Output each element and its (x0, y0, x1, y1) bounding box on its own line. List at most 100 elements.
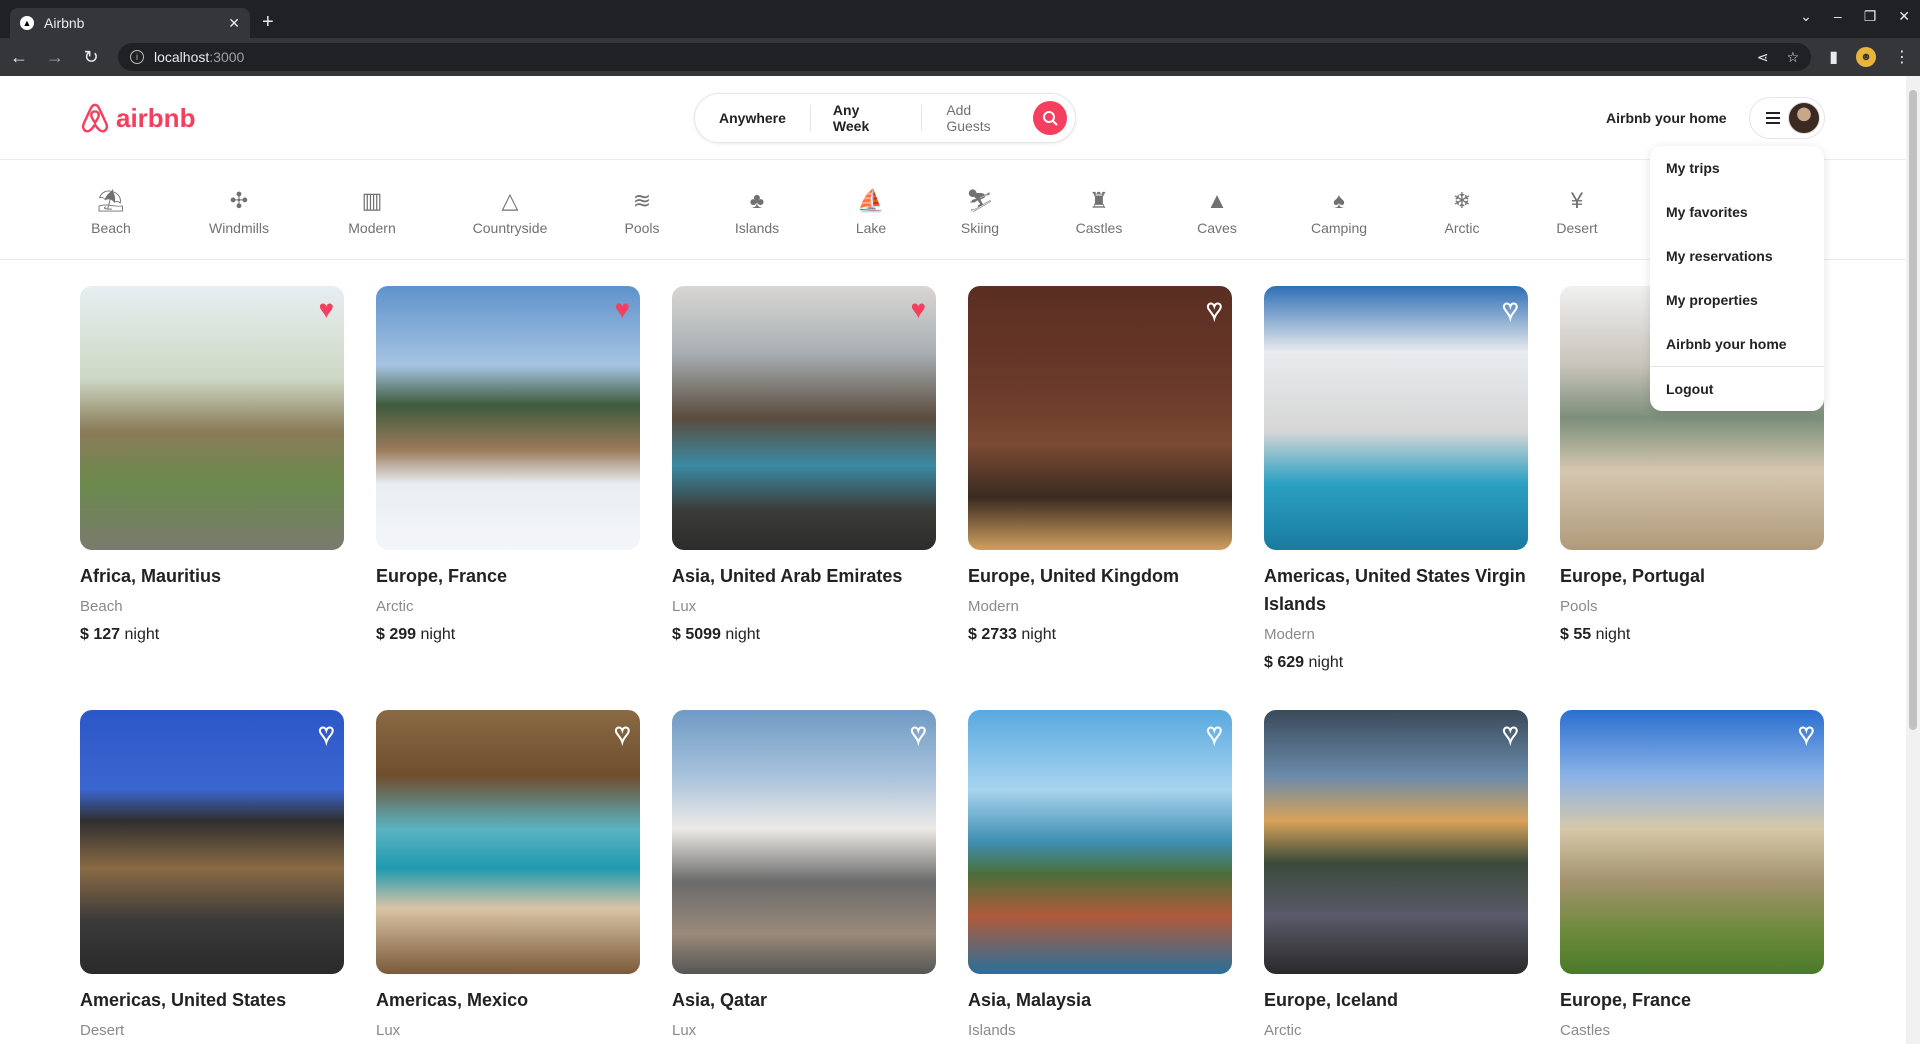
host-link[interactable]: Airbnb your home (1606, 110, 1727, 126)
listing-image[interactable]: ♥ (80, 710, 344, 974)
listing-price: $ 55 night (1560, 624, 1824, 646)
listing-price-unit: night (725, 626, 761, 643)
category-caves[interactable]: ▲ Caves (1197, 188, 1237, 236)
pool-icon: ≋ (632, 188, 652, 213)
menu-item-my-properties[interactable]: My properties (1650, 278, 1824, 322)
category-countryside[interactable]: △ Countryside (473, 188, 548, 236)
listing-image[interactable]: ♥ (1560, 710, 1824, 974)
category-desert[interactable]: ¥ Desert (1556, 188, 1597, 236)
category-camping[interactable]: ♠ Camping (1311, 188, 1367, 236)
airbnb-logo[interactable]: airbnb (80, 102, 195, 134)
side-panel-icon[interactable]: ▮ (1829, 47, 1838, 67)
favorite-heart-icon[interactable]: ♥ (614, 719, 631, 747)
hamburger-icon (1766, 112, 1780, 124)
category-label: Windmills (209, 220, 269, 236)
listing-category: Modern (1264, 626, 1315, 643)
favorite-heart-icon[interactable]: ♥ (911, 296, 926, 322)
listing-card[interactable]: ♥ Asia, Malaysia Islands (968, 710, 1232, 1042)
new-tab-icon[interactable]: + (262, 11, 274, 34)
address-bar[interactable]: i localhost:3000 ⋖ ☆ (118, 43, 1812, 71)
listing-image[interactable]: ♥ (1264, 286, 1528, 550)
forward-icon[interactable]: → (46, 47, 64, 68)
listing-card[interactable]: ♥ Americas, United States Virgin Islands M… (1264, 286, 1528, 674)
category-islands[interactable]: ♣ Islands (735, 188, 779, 236)
listing-category: Castles (1560, 1022, 1611, 1039)
search-icon (1043, 111, 1058, 126)
favorite-heart-icon[interactable]: ♥ (1502, 719, 1519, 747)
browser-menu-icon[interactable]: ⋮ (1894, 47, 1910, 67)
tab-search-icon[interactable]: ⌄ (1800, 8, 1812, 25)
user-menu-button[interactable] (1749, 97, 1825, 139)
listing-price-amount: $ 299 (376, 626, 417, 643)
favorite-heart-icon[interactable]: ♥ (1206, 295, 1223, 323)
listing-card[interactable]: ♥ Europe, France Arctic $ 299 night (376, 286, 640, 646)
search-bar[interactable]: Anywhere Any Week Add Guests (694, 93, 1076, 143)
tab-favicon-icon: ▲ (20, 16, 34, 30)
extension-icon[interactable]: ☻ (1856, 47, 1876, 67)
listing-category: Lux (672, 598, 697, 615)
beach-icon: ⛱ (97, 188, 125, 213)
category-castles[interactable]: ♜ Castles (1076, 188, 1123, 236)
listing-card[interactable]: ♥ Asia, United Arab Emirates Lux $ 5099 nig… (672, 286, 936, 646)
close-window-icon[interactable]: ✕ (1898, 8, 1910, 25)
listing-location: Asia, Malaysia (968, 990, 1092, 1010)
favorite-heart-icon[interactable]: ♥ (615, 296, 630, 322)
listing-image[interactable]: ♥ (376, 710, 640, 974)
restore-icon[interactable]: ❐ (1864, 8, 1877, 25)
menu-item-my-favorites[interactable]: My favorites (1650, 190, 1824, 234)
favorite-heart-icon[interactable]: ♥ (1798, 719, 1815, 747)
bookmark-star-icon[interactable]: ☆ (1787, 49, 1800, 66)
listing-location: Americas, Mexico (376, 990, 529, 1010)
favorite-heart-icon[interactable]: ♥ (318, 719, 335, 747)
category-lake[interactable]: ⛵ Lake (856, 188, 886, 236)
share-icon[interactable]: ⋖ (1757, 49, 1769, 66)
listing-image[interactable]: ♥ (80, 286, 344, 550)
category-windmills[interactable]: ✣ Windmills (209, 188, 269, 236)
listing-card[interactable]: ♥ Africa, Mauritius Beach $ 127 night (80, 286, 344, 646)
listing-card[interactable]: ♥ Europe, France Castles (1560, 710, 1824, 1042)
listing-card[interactable]: ♥ Asia, Qatar Lux (672, 710, 936, 1042)
camping-icon: ♠ (1333, 188, 1345, 213)
search-anywhere[interactable]: Anywhere (695, 105, 810, 131)
page-scrollbar[interactable] (1906, 76, 1920, 1044)
search-any-week[interactable]: Any Week (809, 102, 923, 134)
scrollbar-thumb[interactable] (1909, 90, 1917, 730)
category-beach[interactable]: ⛱ Beach (91, 188, 131, 236)
search-button[interactable] (1033, 101, 1068, 135)
listing-card[interactable]: ♥ Europe, Iceland Arctic (1264, 710, 1528, 1042)
search-add-guests[interactable]: Add Guests (922, 102, 1033, 134)
listing-card[interactable]: ♥ Americas, United States Desert (80, 710, 344, 1042)
browser-tab[interactable]: ▲ Airbnb ✕ (10, 8, 250, 38)
listing-price-amount: $ 5099 (672, 626, 721, 643)
reload-icon[interactable]: ↻ (82, 47, 100, 68)
listing-image[interactable]: ♥ (968, 286, 1232, 550)
category-modern[interactable]: ▥ Modern (348, 188, 395, 236)
favorite-heart-icon[interactable]: ♥ (910, 719, 927, 747)
category-label: Countryside (472, 220, 548, 236)
listing-image[interactable]: ♥ (376, 286, 640, 550)
listing-location: Europe, France (376, 566, 508, 586)
back-icon[interactable]: ← (10, 47, 28, 68)
site-info-icon[interactable]: i (130, 50, 144, 64)
modern-icon: ▥ (361, 188, 383, 213)
listing-image[interactable]: ♥ (672, 710, 936, 974)
listing-image[interactable]: ♥ (672, 286, 936, 550)
minimize-icon[interactable]: – (1834, 8, 1842, 25)
menu-item-my-reservations[interactable]: My reservations (1650, 234, 1824, 278)
listing-card[interactable]: ♥ Americas, Mexico Lux (376, 710, 640, 1042)
listing-image[interactable]: ♥ (968, 710, 1232, 974)
cave-icon: ▲ (1206, 188, 1228, 213)
favorite-heart-icon[interactable]: ♥ (1502, 295, 1519, 323)
menu-item-airbnb-your-home[interactable]: Airbnb your home (1650, 322, 1824, 366)
category-arctic[interactable]: ❄ Arctic (1445, 188, 1480, 236)
menu-item-my-trips[interactable]: My trips (1650, 146, 1824, 190)
listing-image[interactable]: ♥ (1264, 710, 1528, 974)
favorite-heart-icon[interactable]: ♥ (1206, 719, 1223, 747)
category-label: Caves (1197, 220, 1237, 236)
category-skiing[interactable]: ⛷ Skiing (961, 188, 999, 236)
menu-item-logout[interactable]: Logout (1650, 367, 1824, 411)
close-tab-icon[interactable]: ✕ (228, 15, 240, 32)
category-pools[interactable]: ≋ Pools (624, 188, 659, 236)
favorite-heart-icon[interactable]: ♥ (319, 296, 334, 322)
listing-card[interactable]: ♥ Europe, United Kingdom Modern $ 2733 nigh… (968, 286, 1232, 646)
